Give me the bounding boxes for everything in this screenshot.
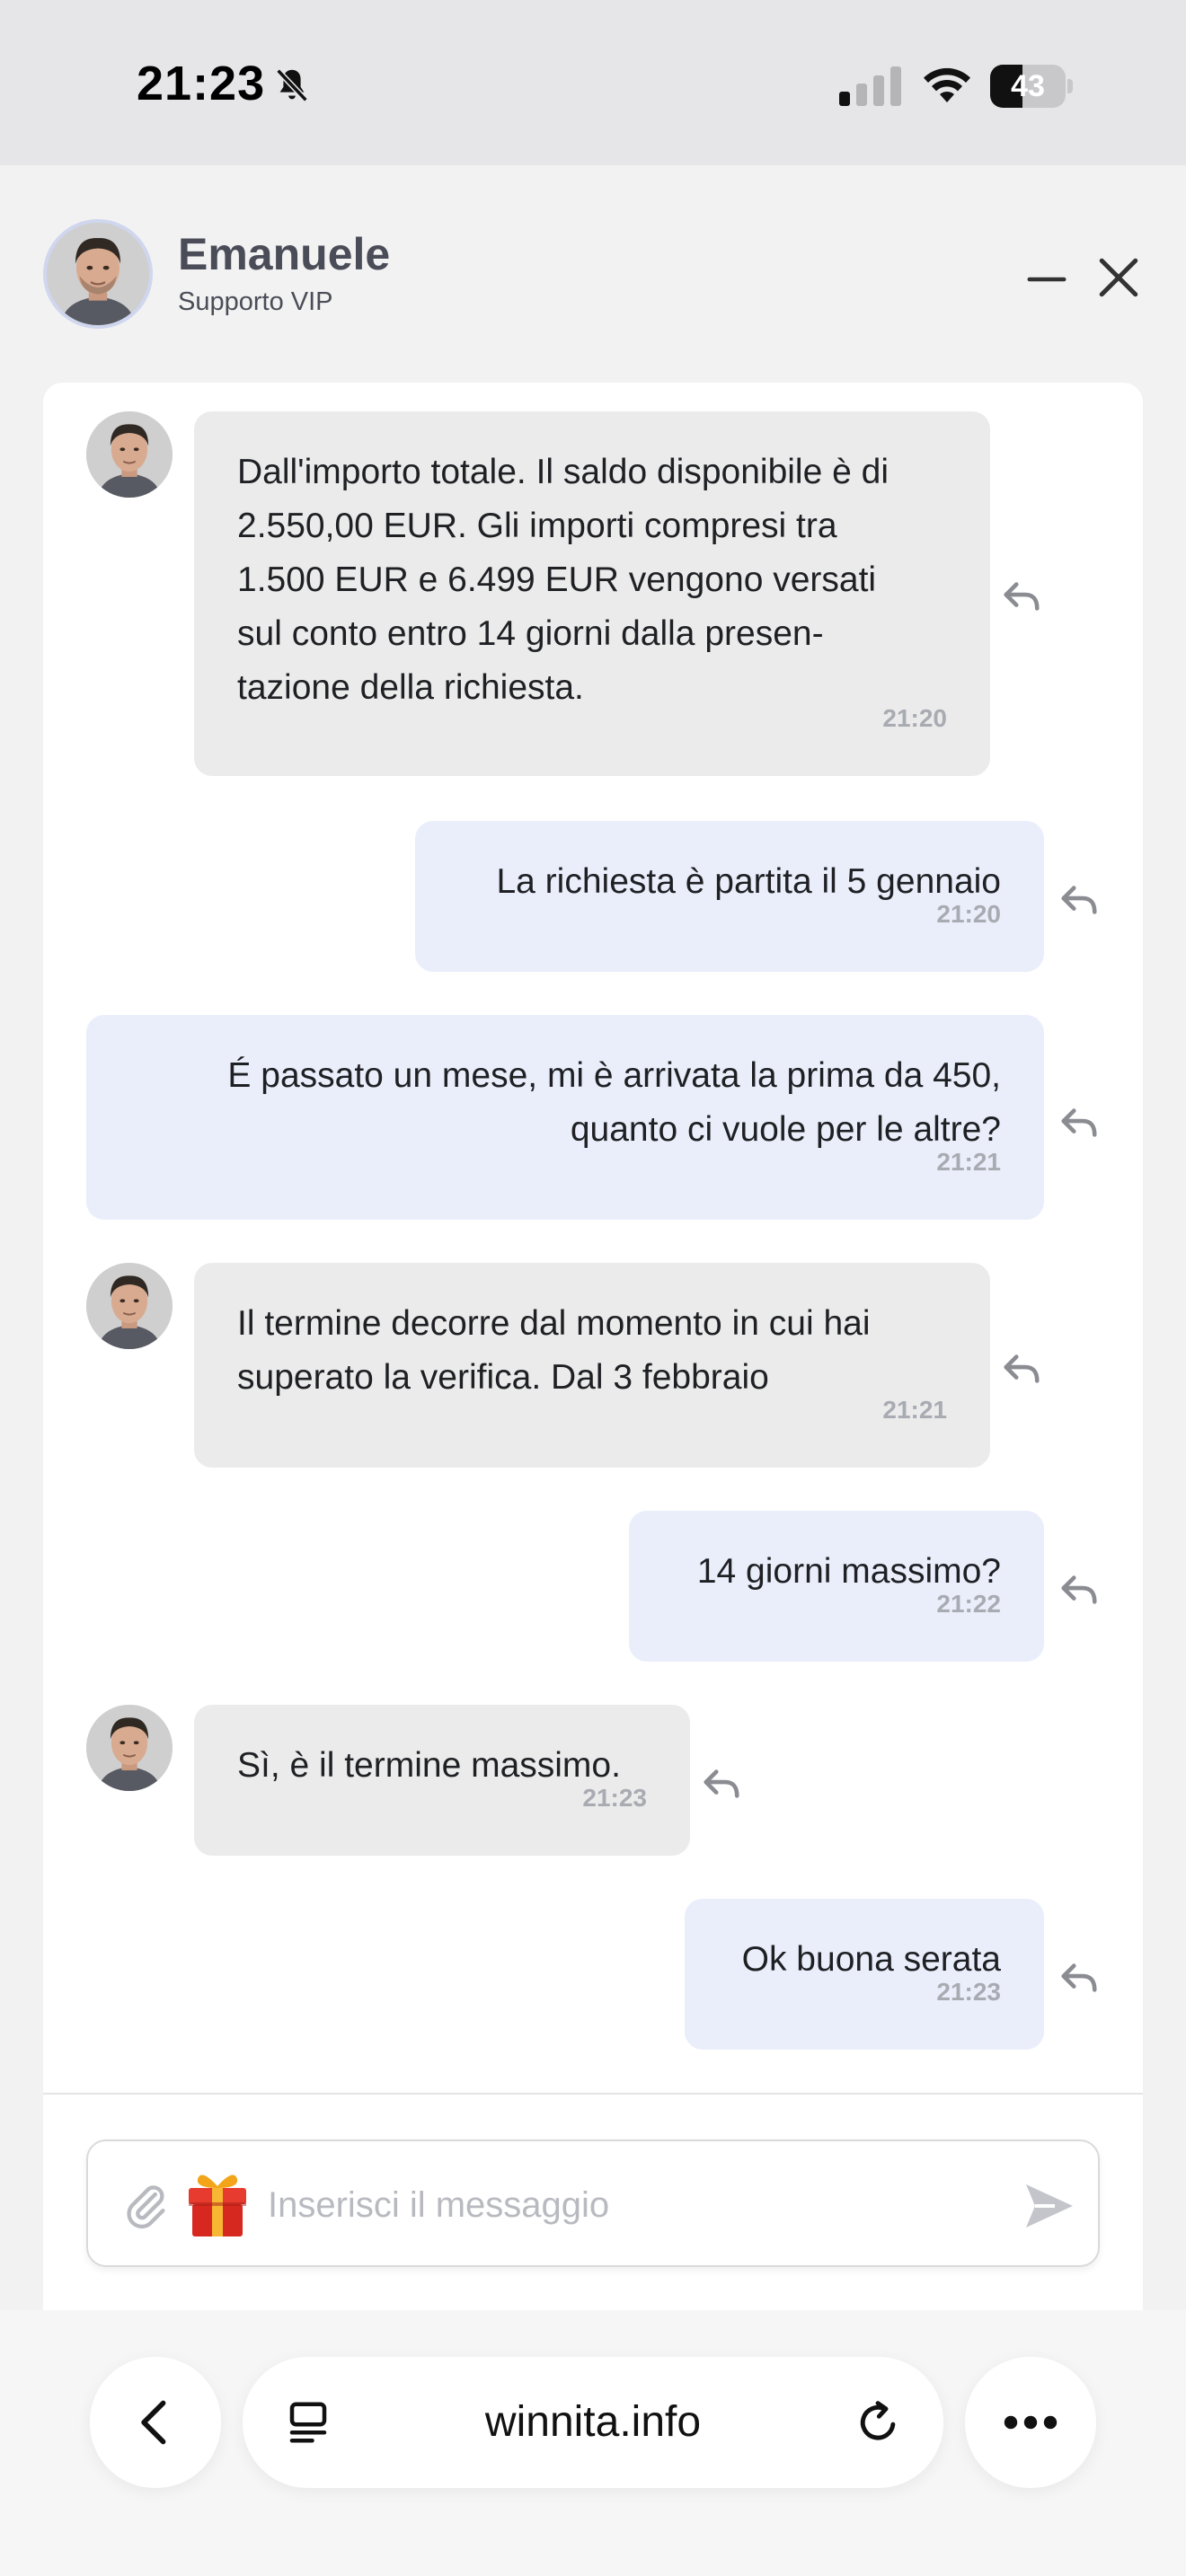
message-composer bbox=[86, 2139, 1100, 2267]
agent-name: Emanuele bbox=[178, 229, 391, 279]
bell-slash-icon bbox=[276, 68, 308, 102]
message-text: 1.500 EUR e 6.499 EUR vengono versati bbox=[237, 560, 877, 599]
message-time: 21:23 bbox=[936, 1978, 1001, 2006]
browser-toolbar: winnita.info bbox=[0, 2310, 1186, 2576]
agent-portrait bbox=[86, 1263, 173, 1349]
back-button[interactable] bbox=[90, 2357, 221, 2488]
battery-level: 43 bbox=[1011, 69, 1045, 103]
status-time: 21:23 bbox=[137, 57, 266, 110]
message-bubble: Sì, è il termine massimo. 21:23 bbox=[194, 1705, 690, 1856]
agent-role: Supporto VIP bbox=[178, 287, 333, 316]
signal-icon bbox=[839, 66, 901, 106]
reply-icon[interactable] bbox=[1001, 578, 1042, 614]
message-text: Dall'importo totale. Il saldo disponibil… bbox=[237, 453, 890, 491]
minimize-icon[interactable] bbox=[1026, 259, 1067, 300]
reply-icon[interactable] bbox=[701, 1766, 742, 1802]
message-text: superato la verifica. Dal 3 febbraio bbox=[237, 1358, 769, 1397]
avatar bbox=[43, 219, 153, 329]
message-time: 21:21 bbox=[936, 1148, 1001, 1176]
message-input[interactable] bbox=[268, 2174, 1005, 2236]
chevron-left-icon bbox=[141, 2400, 166, 2445]
message-bubble: La richiesta è partita il 5 gennaio 21:2… bbox=[415, 821, 1044, 972]
reply-icon[interactable] bbox=[1058, 1960, 1100, 1996]
message-bubble: Ok buona serata 21:23 bbox=[685, 1899, 1044, 2050]
avatar bbox=[86, 411, 173, 498]
agent-portrait bbox=[86, 1705, 173, 1791]
message-time: 21:20 bbox=[882, 704, 947, 732]
message-time: 21:20 bbox=[936, 900, 1001, 928]
agent-portrait bbox=[86, 411, 173, 498]
message-bubble: 14 giorni massimo? 21:22 bbox=[629, 1511, 1044, 1662]
composer-area bbox=[43, 2093, 1143, 2310]
message-text: Il termine decorre dal momento in cui ha… bbox=[237, 1304, 871, 1343]
reply-icon[interactable] bbox=[1058, 882, 1100, 918]
reply-icon[interactable] bbox=[1058, 1572, 1100, 1608]
message-text: 2.550,00 EUR. Gli importi compresi tra bbox=[237, 507, 837, 545]
agent-portrait bbox=[47, 223, 149, 325]
wifi-icon bbox=[924, 67, 970, 102]
status-bar: 21:23 43 bbox=[0, 0, 1186, 165]
battery-tip bbox=[1067, 79, 1073, 93]
message-time: 21:22 bbox=[936, 1590, 1001, 1618]
paperclip-icon[interactable] bbox=[122, 2181, 169, 2231]
avatar bbox=[86, 1705, 173, 1791]
message-bubble: Il termine decorre dal momento in cui ha… bbox=[194, 1263, 990, 1468]
message-text: tazione della richiesta. bbox=[237, 668, 584, 707]
message-bubble: Dall'importo totale. Il saldo disponibil… bbox=[194, 411, 990, 776]
message-text: quanto ci vuole per le altre? bbox=[570, 1110, 1001, 1149]
message-text: sul conto entro 14 giorni dalla presen- bbox=[237, 614, 824, 653]
close-icon[interactable] bbox=[1096, 255, 1141, 300]
address-bar[interactable]: winnita.info bbox=[243, 2357, 943, 2488]
avatar bbox=[86, 1263, 173, 1349]
message-text: La richiesta è partita il 5 gennaio bbox=[496, 862, 1001, 901]
battery-body: 43 bbox=[990, 65, 1066, 108]
message-time: 21:21 bbox=[882, 1396, 947, 1424]
reply-icon[interactable] bbox=[1058, 1105, 1100, 1141]
reply-icon[interactable] bbox=[1001, 1351, 1042, 1387]
battery-icon: 43 bbox=[990, 65, 1073, 108]
gift-icon[interactable] bbox=[183, 2168, 252, 2240]
send-icon[interactable] bbox=[1022, 2181, 1076, 2231]
chat-header: Emanuele Supporto VIP bbox=[0, 165, 1186, 381]
message-text: É passato un mese, mi è arrivata la prim… bbox=[227, 1056, 1001, 1095]
message-time: 21:23 bbox=[582, 1784, 647, 1812]
more-icon bbox=[1004, 2415, 1058, 2430]
message-list[interactable]: Dall'importo totale. Il saldo disponibil… bbox=[43, 383, 1143, 2093]
tabs-icon[interactable] bbox=[284, 2398, 332, 2447]
message-bubble: É passato un mese, mi è arrivata la prim… bbox=[86, 1015, 1044, 1220]
more-button[interactable] bbox=[965, 2357, 1096, 2488]
url-text[interactable]: winnita.info bbox=[359, 2357, 827, 2488]
reload-icon[interactable] bbox=[854, 2398, 902, 2447]
